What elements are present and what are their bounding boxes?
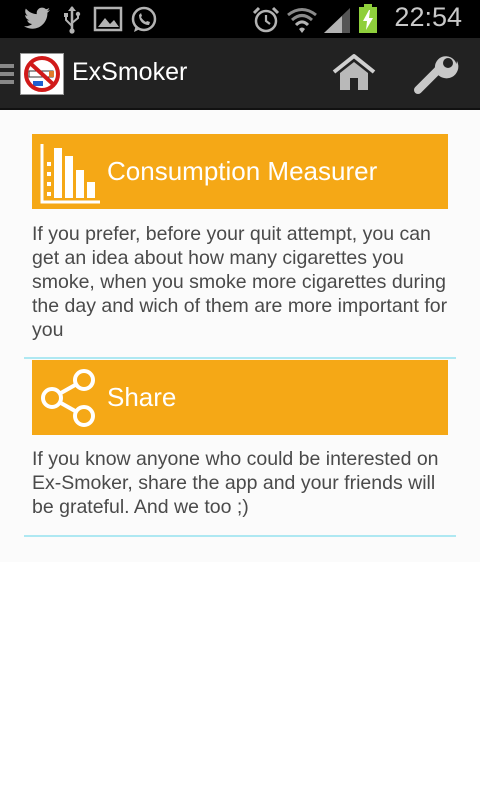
wrench-icon: [414, 56, 459, 94]
app-logo[interactable]: [20, 53, 64, 95]
divider: [24, 357, 456, 359]
image-icon: [93, 6, 123, 32]
settings-button[interactable]: [412, 52, 462, 96]
alarm-icon: [252, 6, 280, 33]
no-smoking-logo-icon: [24, 56, 60, 92]
action-bar: ExSmoker: [0, 38, 480, 110]
whatsapp-icon: [131, 6, 157, 32]
card-description: If you prefer, before your quit attempt,…: [32, 223, 448, 341]
home-icon: [332, 54, 376, 90]
drawer-toggle[interactable]: [0, 64, 14, 84]
share-icon: [41, 369, 95, 427]
usb-icon: [64, 6, 81, 34]
consumption-measurer-button[interactable]: Consumption Measurer: [32, 134, 448, 209]
home-button[interactable]: [330, 52, 378, 96]
status-bar: 22:54: [0, 0, 480, 38]
wifi-icon: [287, 8, 317, 33]
card-title: Consumption Measurer: [107, 156, 378, 186]
main-content: Consumption Measurer If you prefer, befo…: [0, 110, 480, 562]
card-description: If you know anyone who could be interest…: [32, 448, 439, 518]
share-button[interactable]: Share: [32, 360, 448, 435]
bar-chart-icon: [40, 144, 100, 204]
twitter-icon: [24, 7, 50, 29]
app-title: ExSmoker: [72, 58, 188, 86]
battery-charging-icon: [359, 4, 377, 33]
clock: 22:54: [394, 2, 462, 32]
card-title: Share: [107, 382, 177, 412]
divider: [24, 535, 456, 537]
signal-icon: [324, 8, 350, 33]
